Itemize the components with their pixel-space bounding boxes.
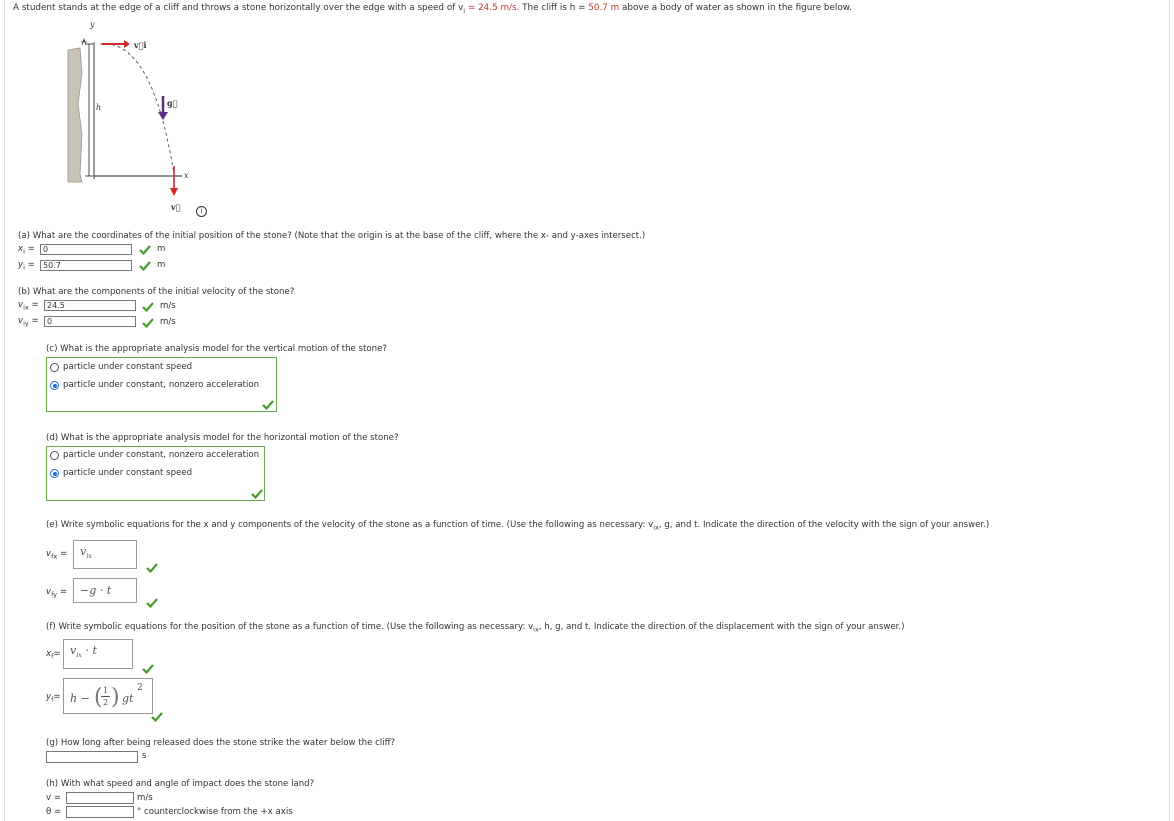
h-label: h [96,103,101,112]
vfy-label: vfy = [46,587,68,599]
xi-input[interactable] [40,244,132,255]
cliff-shape [67,47,83,183]
question-b: (b) What are the components of the initi… [18,287,295,297]
speed-input[interactable] [66,792,134,804]
question-g: (g) How long after being released does t… [46,738,396,748]
vix-input[interactable] [44,300,136,311]
viy-unit: m/s [160,317,176,327]
angle-unit: ° counterclockwise from the +x axis [137,807,293,817]
vix-label: vix = [18,300,39,312]
check-icon [146,598,158,608]
check-icon [142,302,154,312]
check-icon [151,712,163,722]
angle-input[interactable] [66,806,134,818]
yi-input[interactable] [40,260,132,271]
option-d-2-label: particle under constant speed [63,468,193,478]
question-a: (a) What are the coordinates of the init… [18,231,646,241]
vfx-label: vfx = [46,549,68,561]
g-label: g⃗ [167,98,178,108]
check-icon [139,261,151,271]
y-axis-label: y [89,20,95,29]
info-icon[interactable]: i [196,206,207,217]
check-icon [142,318,154,328]
radio-c-option-2[interactable] [50,381,59,390]
viy-input[interactable] [44,316,136,327]
xi-label: xi = [18,244,35,256]
vfy-equation-input[interactable]: −g · t [73,578,137,603]
speed-unit: m/s [137,793,153,803]
check-icon [139,245,151,255]
check-icon [262,400,274,410]
student-figure [81,37,87,46]
vix-unit: m/s [160,301,176,311]
option-c-2-label: particle under constant, nonzero acceler… [63,380,260,390]
vi-label: v⃗i [133,40,147,50]
question-f: (f) Write symbolic equations for the pos… [46,622,905,634]
question-d: (d) What is the appropriate analysis mod… [46,433,399,443]
problem-statement: A student stands at the edge of a cliff … [13,3,852,15]
question-e: (e) Write symbolic equations for the x a… [46,520,990,532]
xi-unit: m [157,244,166,254]
option-d-1-label: particle under constant, nonzero acceler… [63,450,260,460]
v-label: v⃗ [170,202,181,212]
xf-equation-input[interactable]: vix · t [63,639,133,669]
check-icon [146,563,158,573]
cliff-figure: y x h v⃗i g⃗ v⃗ [67,20,189,212]
angle-label: θ = [46,807,62,817]
time-input[interactable] [46,751,138,763]
question-h: (h) With what speed and angle of impact … [46,779,315,789]
check-icon [142,664,154,674]
time-unit: s [142,751,147,761]
radio-d-option-1[interactable] [50,451,59,460]
check-icon [251,489,263,499]
xf-label: xf= [46,649,61,661]
yi-unit: m [157,260,166,270]
yi-label: yi = [18,260,35,272]
vfx-equation-input[interactable]: vix [73,540,137,569]
option-c-1-label: particle under constant speed [63,362,193,372]
question-c: (c) What is the appropriate analysis mod… [46,344,387,354]
yf-equation-input[interactable]: h − ( 1 2 ) gt 2 [63,678,153,714]
viy-label: viy = [18,316,39,328]
yf-label: yf= [46,692,61,704]
radio-d-option-2[interactable] [50,469,59,478]
speed-label: v = [46,793,62,803]
radio-c-option-1[interactable] [50,363,59,372]
x-axis-label: x [184,171,189,180]
